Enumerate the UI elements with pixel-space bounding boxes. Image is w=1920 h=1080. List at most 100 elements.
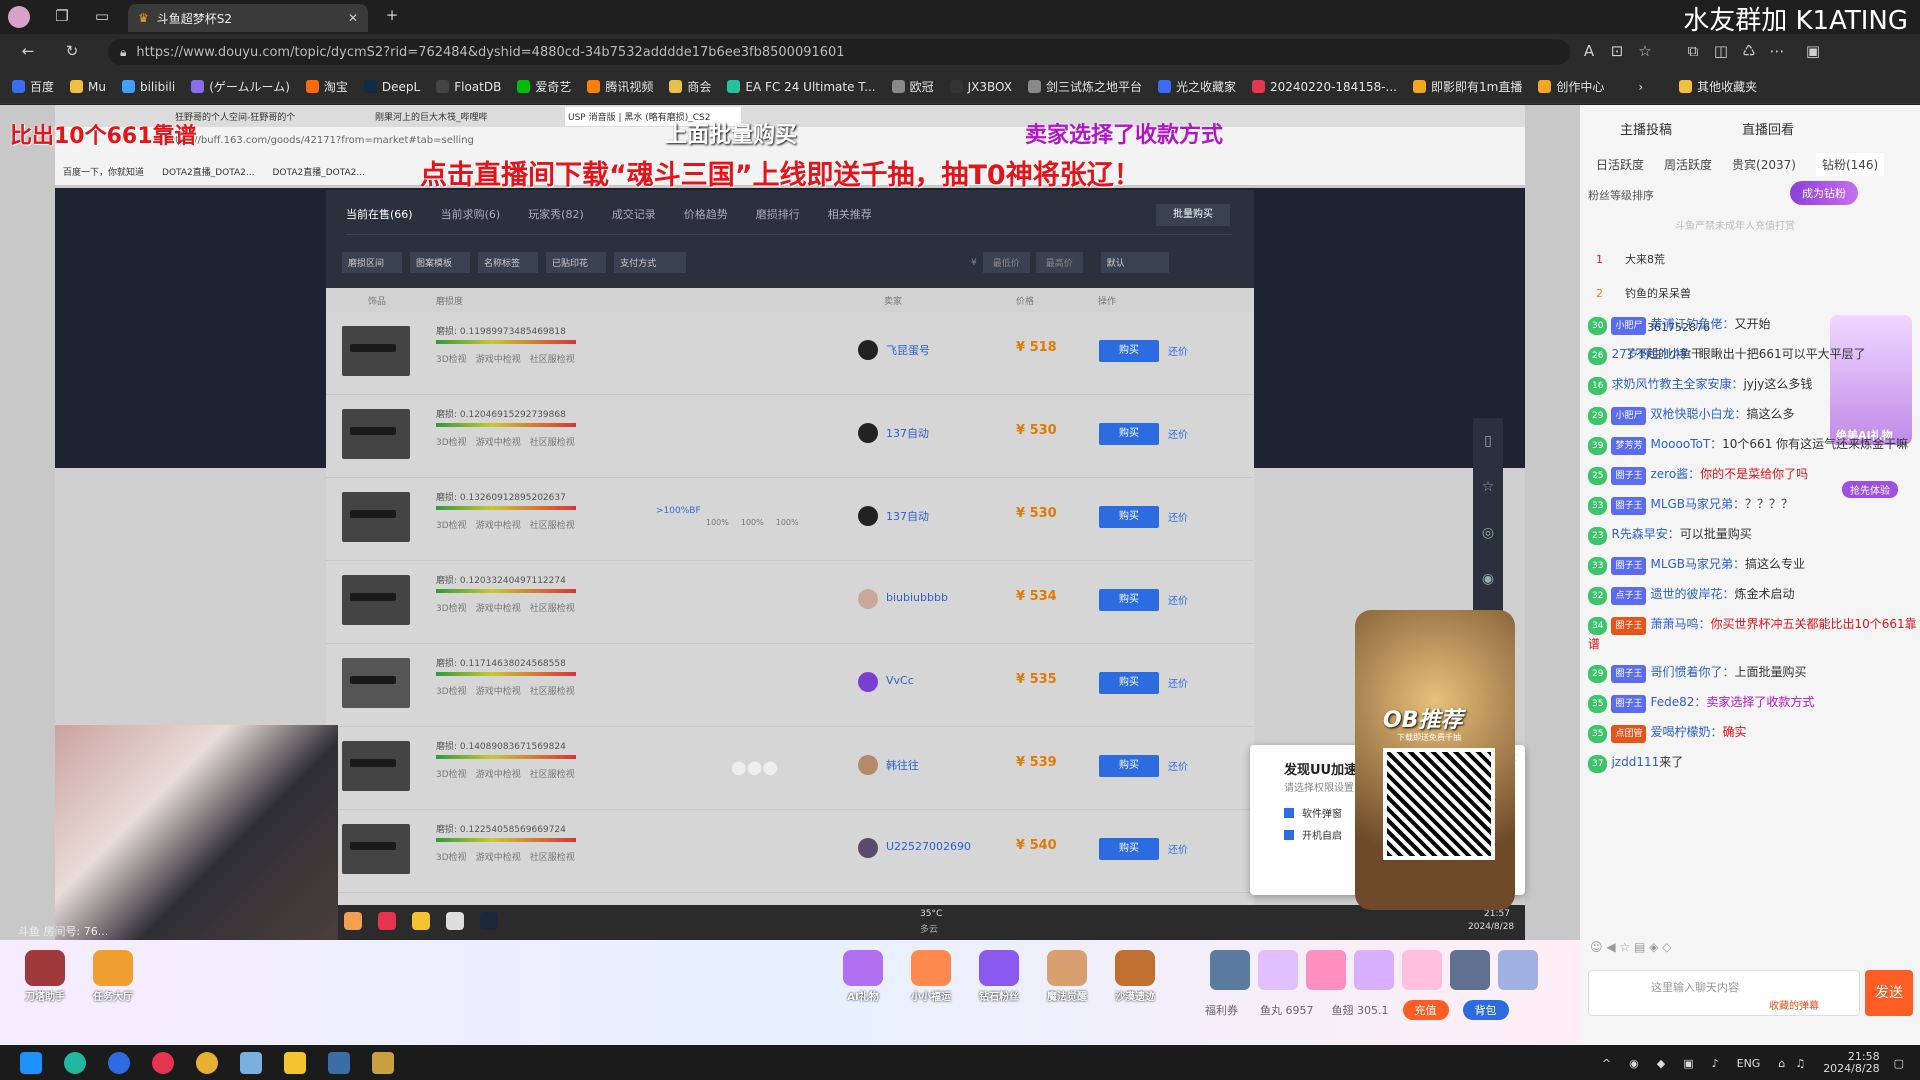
buy-button[interactable]: 购买 [1099, 589, 1159, 611]
gift-thumb[interactable] [1498, 950, 1538, 990]
gift-thumb[interactable] [1402, 950, 1442, 990]
app-icon[interactable] [344, 912, 362, 930]
chat-message[interactable]: 29 小肥尸 双枪快聪小白龙：搞这么多 [1588, 405, 1918, 425]
chat-message[interactable]: 32 点子王 遗世的彼岸花：炼金术启动 [1588, 585, 1918, 605]
bookmark-14[interactable]: 光之收藏家 [1157, 78, 1236, 95]
steam-icon[interactable] [480, 912, 498, 930]
chat-nick[interactable]: R先森早安： [1611, 527, 1679, 541]
inspect-chips[interactable]: 3D检视 游戏中检视 社区服检视 [436, 850, 575, 863]
chip-community[interactable]: 社区服检视 [530, 853, 575, 863]
url-field[interactable]: 🔒︎ https://www.douyu.com/topic/dycmS2?ri… [108, 39, 1570, 65]
chat-nick[interactable]: Fede82： [1650, 695, 1706, 709]
chat-nick[interactable]: jzdd111 [1611, 755, 1659, 769]
chat-message[interactable]: 23 R先森早安：可以批量购买 [1588, 525, 1918, 545]
start-icon[interactable] [20, 1052, 42, 1074]
chat-message[interactable]: 30 小肥尸 黄浦江钓鱼佬：又开始 [1588, 315, 1918, 335]
welfare-coupon[interactable]: 福利券 [1205, 1002, 1238, 1018]
gift-thumb[interactable] [1258, 950, 1298, 990]
haggle-link[interactable]: 还价 [1168, 509, 1188, 524]
gift-thumb[interactable] [1210, 950, 1250, 990]
more-icon[interactable]: ⋯ [1763, 42, 1791, 60]
seller-name[interactable]: VvCc [886, 674, 914, 687]
back-icon[interactable]: ← [14, 42, 42, 60]
app-icon[interactable] [372, 1052, 394, 1074]
app-icon[interactable] [240, 1052, 262, 1074]
collections-icon[interactable]: ♺ [1735, 42, 1763, 60]
chat-nick[interactable]: MLGB马家兄弟： [1650, 497, 1745, 511]
item-thumbnail[interactable] [342, 658, 410, 708]
tab-player-show[interactable]: 玩家秀(82) [528, 206, 584, 222]
bookmark-13[interactable]: 剑三试炼之地平台 [1027, 78, 1142, 95]
buy-button[interactable]: 购买 [1099, 672, 1159, 694]
buy-button[interactable]: 购买 [1099, 506, 1159, 528]
backpack-button[interactable]: 背包 [1462, 1000, 1509, 1020]
price-min-input[interactable]: 最低价 [982, 252, 1030, 273]
chip-community[interactable]: 社区服检视 [530, 521, 575, 531]
app-icon[interactable] [378, 912, 396, 930]
inspect-chips[interactable]: 3D检视 游戏中检视 社区服检视 [436, 352, 575, 365]
bookmark-2[interactable]: bilibili [121, 79, 175, 94]
extensions-icon[interactable]: ⧉ [1679, 42, 1707, 60]
item-thumbnail[interactable] [342, 575, 410, 625]
sidebar-icon[interactable]: ▣ [1799, 42, 1827, 60]
seller-avatar[interactable] [858, 423, 878, 443]
sort-select[interactable]: 默认 [1100, 252, 1169, 273]
chat-nick[interactable]: 哥们惯着你了： [1650, 665, 1734, 679]
seller-name[interactable]: 137自动 [886, 508, 929, 524]
buy-button[interactable]: 购买 [1099, 755, 1159, 777]
chip-community[interactable]: 社区服检视 [530, 770, 575, 780]
chat-input[interactable]: 这里输入聊天内容 收藏的弹幕 [1588, 970, 1860, 1016]
chrome-icon[interactable] [196, 1052, 218, 1074]
split-screen-icon[interactable]: ◫ [1707, 42, 1735, 60]
seller-avatar[interactable] [858, 340, 878, 360]
bookmark-16[interactable]: 即影即有1m直播 [1413, 78, 1522, 95]
chat-nick[interactable]: zero酱： [1650, 467, 1700, 481]
netease-music-icon[interactable] [152, 1052, 174, 1074]
app-icon[interactable] [412, 912, 430, 930]
bookmark-17[interactable]: 创作中心 [1538, 78, 1604, 95]
bookmark-11[interactable]: 欧冠 [891, 78, 934, 95]
tab-actions-icon[interactable]: ▭ [88, 7, 116, 25]
tab-diamond[interactable]: 钻粉(146) [1815, 153, 1885, 176]
chat-nick[interactable]: 双枪快聪小白龙： [1650, 407, 1746, 421]
rank-item[interactable]: 2 钓鱼的呆呆兽 [1596, 277, 1896, 311]
buy-button[interactable]: 购买 [1099, 423, 1159, 445]
inspect-chips[interactable]: 3D检视 游戏中检视 社区服检视 [436, 601, 575, 614]
item-thumbnail[interactable] [342, 326, 410, 376]
haggle-link[interactable]: 还价 [1168, 758, 1188, 773]
douyu-icon[interactable] [284, 1052, 306, 1074]
tab-weekly[interactable]: 周活跃度 [1664, 156, 1712, 173]
chip-community[interactable]: 社区服检视 [530, 355, 575, 365]
item-thumbnail[interactable] [342, 824, 410, 874]
chat-message[interactable]: 35 点团管 爱喝柠檬奶：确实 [1588, 723, 1918, 743]
bookmark-10[interactable]: EA FC 24 Ultimate T... [727, 79, 876, 94]
chat-message[interactable]: 29 圈子王 哥们惯着你了：上面批量购买 [1588, 663, 1918, 683]
chat-nick[interactable]: 爱喝柠檬奶： [1650, 725, 1722, 739]
gift-thumb[interactable] [1354, 950, 1394, 990]
gift-ai[interactable]: AI礼物 [840, 950, 886, 1003]
chat-message[interactable]: 37 jzdd111来了 [1588, 753, 1918, 773]
filter-wear[interactable]: 磨损区间 [342, 252, 403, 273]
app-icon[interactable] [446, 912, 464, 930]
new-tab-icon[interactable]: + [378, 6, 406, 24]
tab-daily[interactable]: 日活跃度 [1596, 156, 1644, 173]
seller-avatar[interactable] [858, 672, 878, 692]
gift-fortune[interactable]: 小小福运 [908, 950, 954, 1003]
bookmark-6[interactable]: FloatDB [436, 79, 501, 94]
checkbox-checked-icon[interactable] [1284, 829, 1294, 840]
item-thumbnail[interactable] [342, 409, 410, 459]
inspect-chips[interactable]: 3D检视 游戏中检视 社区服检视 [436, 684, 575, 697]
inner-bookmark[interactable]: DOTA2直播_DOTA2... [162, 165, 254, 178]
chip-3d[interactable]: 3D检视 [436, 438, 467, 448]
chat-message[interactable]: 35 圈子王 Fede82：卖家选择了收款方式 [1588, 693, 1918, 713]
bookmarks-more-icon[interactable]: › [1638, 80, 1643, 94]
chip-ingame[interactable]: 游戏中检视 [476, 604, 521, 614]
gift-thumb[interactable] [1450, 950, 1490, 990]
workspaces-icon[interactable]: ❐ [48, 7, 76, 25]
chip-community[interactable]: 社区服检视 [530, 687, 575, 697]
chat-message[interactable]: 33 圈子王 MLGB马家兄弟：？？？？ [1588, 495, 1918, 515]
inspect-chips[interactable]: 3D检视 游戏中检视 社区服检视 [436, 767, 575, 780]
table-row[interactable]: 磨损: 0.12046915292739868 3D检视 游戏中检视 社区服检视… [326, 395, 1254, 478]
seller-avatar[interactable] [858, 506, 878, 526]
chat-nick[interactable]: 27岁野生比特： [1611, 347, 1698, 361]
